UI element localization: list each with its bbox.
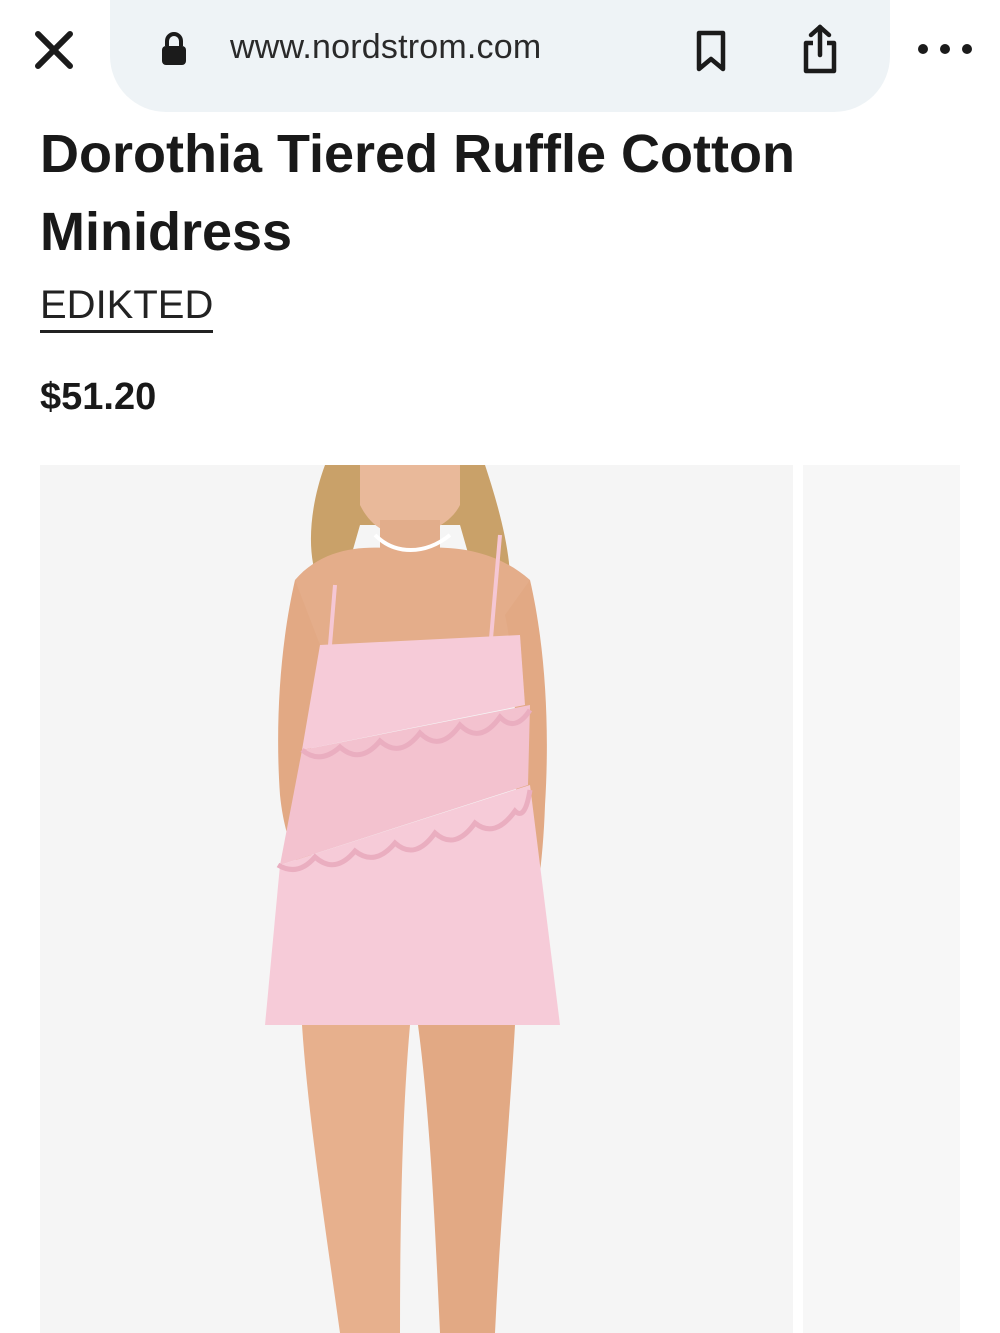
bookmark-button[interactable] [690,26,732,76]
url-text[interactable]: www.nordstrom.com [230,28,541,67]
product-price: $51.20 [40,376,157,418]
close-icon [35,31,73,69]
more-options-button[interactable] [918,34,972,64]
brand-link[interactable]: EDIKTED [40,282,214,333]
share-icon [803,24,837,74]
product-image-main[interactable] [40,465,793,1333]
bookmark-icon [696,30,726,72]
product-title: Dorothia Tiered Ruffle Cotton Minidress [40,124,795,262]
close-button[interactable] [30,26,78,74]
lock-icon [162,32,186,65]
more-icon [918,44,928,54]
share-button[interactable] [798,22,842,76]
dress-photo [40,465,793,1333]
product-image-next[interactable] [803,465,960,1333]
